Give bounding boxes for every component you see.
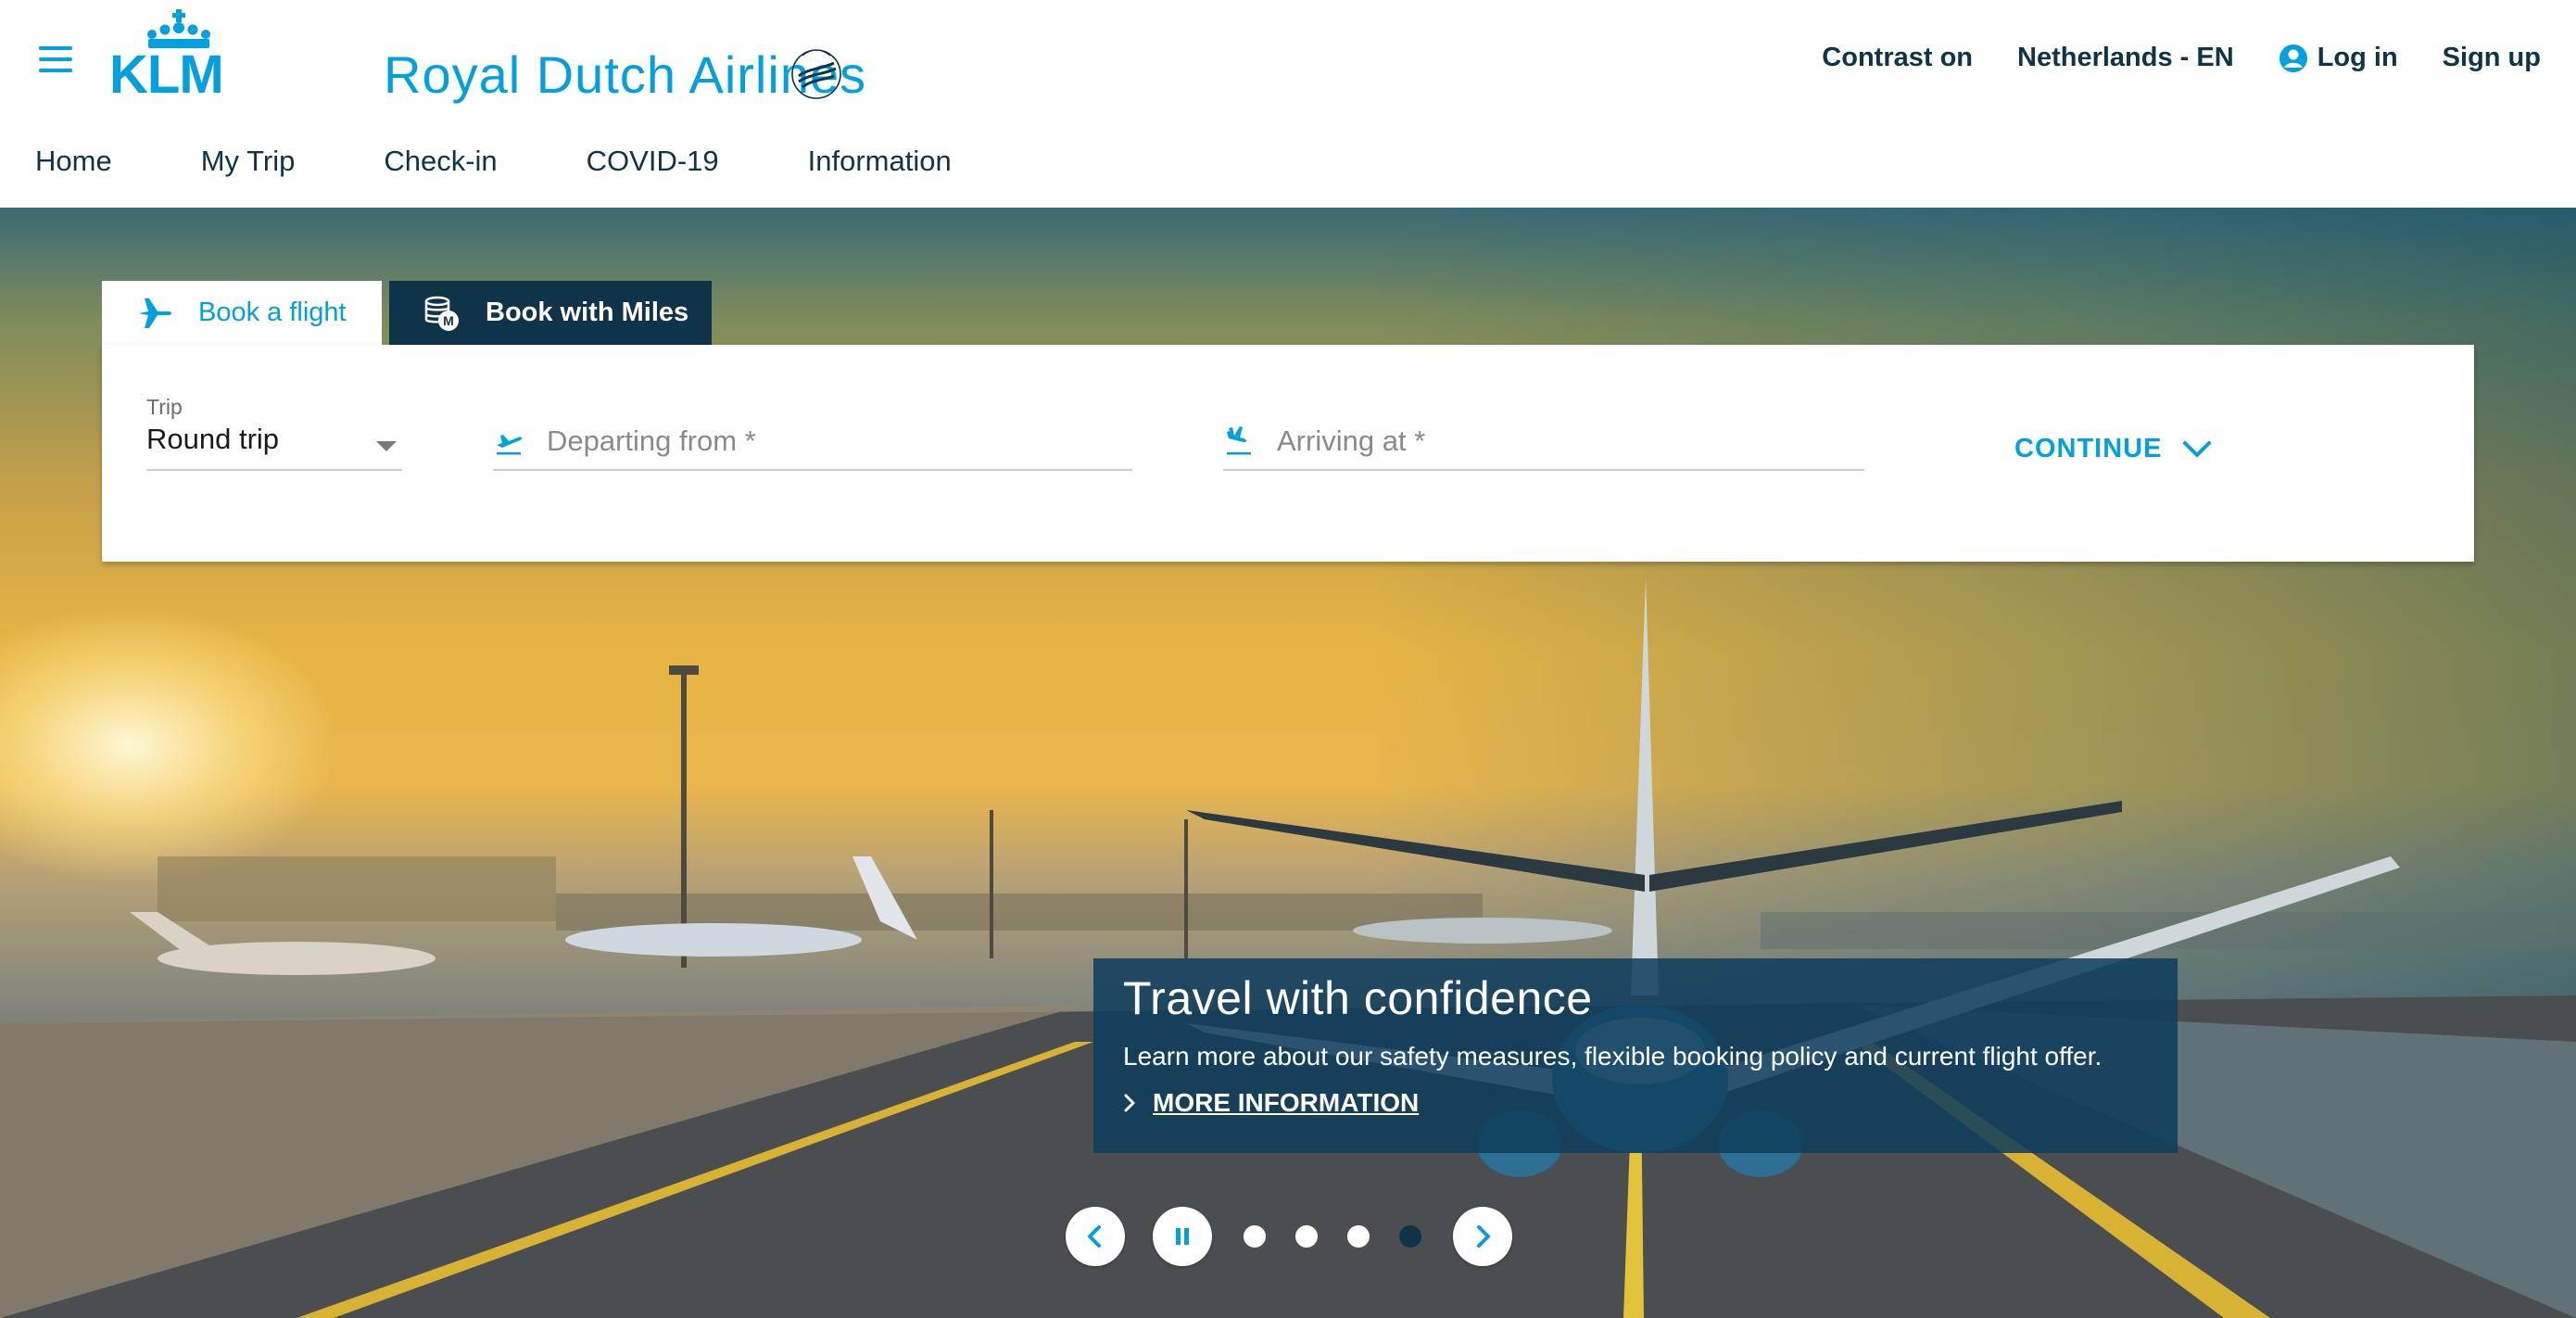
tab-book-with-miles-label: Book with Miles	[486, 298, 689, 327]
nav-check-in[interactable]: Check-in	[384, 145, 497, 178]
plane-icon	[139, 298, 171, 328]
trip-label: Trip	[146, 395, 183, 419]
main-navigation: Home My Trip Check-in COVID-19 Informati…	[35, 145, 1041, 178]
more-information-label: MORE INFORMATION	[1153, 1088, 1420, 1117]
carousel-dot-1[interactable]	[1244, 1225, 1266, 1248]
departing-from-field[interactable]	[493, 423, 1132, 471]
departing-from-input[interactable]	[547, 423, 1103, 458]
landing-icon	[1227, 426, 1251, 455]
klm-logo[interactable]: KLM Royal Dutch Airlines	[109, 6, 869, 104]
chevron-left-icon	[1088, 1225, 1101, 1248]
country-language-selector[interactable]: Netherlands - EN	[2017, 43, 2234, 73]
hamburger-menu-icon[interactable]	[39, 46, 72, 78]
chevron-down-icon	[2183, 440, 2212, 457]
carousel-controls	[1066, 1207, 1512, 1266]
arriving-at-input[interactable]	[1277, 423, 1833, 458]
nav-home[interactable]: Home	[35, 145, 112, 178]
skyteam-logo-icon	[791, 49, 841, 99]
signup-link[interactable]: Sign up	[2443, 43, 2541, 73]
takeoff-icon	[497, 435, 523, 455]
tab-book-with-miles[interactable]: M Book with Miles	[389, 281, 712, 345]
promo-card: Travel with confidence Learn more about …	[1093, 958, 2178, 1153]
promo-title: Travel with confidence	[1123, 972, 1593, 1024]
dropdown-caret-icon	[376, 441, 397, 451]
chevron-right-icon	[1477, 1225, 1490, 1248]
miles-coins-icon: M	[424, 296, 459, 331]
more-information-link[interactable]: MORE INFORMATION	[1123, 1088, 2148, 1118]
trip-type-select[interactable]: Round trip	[146, 423, 402, 471]
continue-button[interactable]: CONTINUE	[2014, 434, 2212, 464]
brand-wordmark: KLM	[109, 44, 224, 105]
carousel-dot-3[interactable]	[1347, 1225, 1370, 1248]
site-header: KLM Royal Dutch Airlines Contrast on Net…	[0, 0, 2576, 208]
login-label: Log in	[2317, 43, 2398, 72]
user-icon	[2279, 44, 2307, 72]
booking-tabs: Book a flight M Book with Miles	[102, 281, 712, 345]
promo-description: Learn more about our safety measures, fl…	[1123, 1042, 2102, 1071]
chevron-right-icon	[1124, 1094, 1135, 1112]
tab-book-a-flight-label: Book a flight	[198, 298, 347, 327]
nav-information[interactable]: Information	[808, 145, 952, 178]
trip-type-value: Round trip	[146, 423, 280, 455]
carousel-dot-2[interactable]	[1295, 1225, 1318, 1248]
flight-search-form: Trip Round trip CONTINUE	[102, 345, 2474, 562]
carousel-pause-button[interactable]	[1153, 1207, 1212, 1266]
continue-label: CONTINUE	[2014, 434, 2163, 463]
utility-links: Contrast on Netherlands - EN Log in Sign…	[1822, 43, 2541, 73]
svg-text:M: M	[443, 313, 454, 328]
nav-my-trip[interactable]: My Trip	[201, 145, 296, 178]
tab-book-a-flight[interactable]: Book a flight	[102, 281, 382, 345]
nav-covid-19[interactable]: COVID-19	[587, 145, 719, 178]
login-link[interactable]: Log in	[2279, 43, 2398, 73]
contrast-toggle[interactable]: Contrast on	[1822, 43, 1973, 73]
carousel-dot-4[interactable]	[1399, 1225, 1421, 1248]
carousel-next-button[interactable]	[1453, 1207, 1512, 1266]
carousel-prev-button[interactable]	[1066, 1207, 1125, 1266]
pause-icon	[1176, 1228, 1189, 1245]
arriving-at-field[interactable]	[1223, 423, 1864, 471]
